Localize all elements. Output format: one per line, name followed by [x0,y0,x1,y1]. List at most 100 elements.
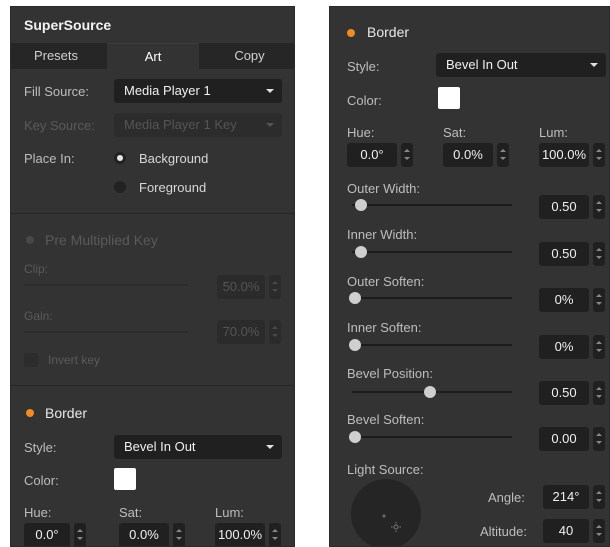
outer-soften-slider-handle[interactable] [349,292,361,304]
border-title: Border [367,24,410,40]
tab-art[interactable]: Art [107,43,199,70]
lum-stepper[interactable] [593,143,605,167]
border-color-swatch[interactable] [438,87,460,109]
bevel-soften-stepper[interactable] [593,427,605,451]
clip-stepper [269,275,281,299]
key-source-label: Key Source: [24,118,95,133]
bevel-soften-slider-handle[interactable] [349,431,361,443]
clip-label: Clip: [24,262,49,276]
altitude-stepper[interactable] [593,519,605,543]
panel-title: SuperSource [24,17,112,33]
sat-value[interactable]: 0.0% [443,143,493,167]
supersource-panel: SuperSource Presets Art Copy Fill Source… [10,6,295,547]
color-label: Color: [24,473,59,488]
color-label: Color: [347,93,382,108]
outer-width-stepper[interactable] [593,195,605,219]
style-value: Bevel In Out [446,57,518,72]
fill-source-dropdown[interactable]: Media Player 1 [114,79,282,103]
inner-width-slider-handle[interactable] [355,246,367,258]
light-source-wheel[interactable] [351,479,421,546]
lum-value[interactable]: 100.0% [539,143,589,167]
angle-label: Angle: [488,490,525,505]
border-color-swatch[interactable] [114,468,136,490]
clip-value: 50.0% [217,275,265,299]
lum-stepper[interactable] [269,523,281,546]
inner-soften-slider-handle[interactable] [349,339,361,351]
inner-width-stepper[interactable] [593,242,605,266]
style-label: Style: [347,59,380,74]
inner-width-value[interactable]: 0.50 [539,242,589,266]
sat-stepper[interactable] [497,143,509,167]
divider [11,385,294,386]
style-dropdown[interactable]: Bevel In Out [436,53,606,77]
bevel-position-label: Bevel Position: [347,366,433,381]
light-source-label: Light Source: [347,462,424,477]
outer-soften-value[interactable]: 0% [539,288,589,312]
hue-label: Hue: [24,505,52,520]
inner-width-slider-track[interactable] [352,251,512,253]
altitude-value[interactable]: 40 [543,519,589,543]
divider [11,213,294,214]
chevron-down-icon [266,123,274,127]
tab-bar: Presets Art Copy [11,43,294,70]
tab-presets[interactable]: Presets [11,43,101,69]
bevel-soften-value[interactable]: 0.00 [539,427,589,451]
hue-value[interactable]: 0.0° [347,143,397,167]
outer-soften-label: Outer Soften: [347,274,425,289]
style-dropdown[interactable]: Bevel In Out [114,435,282,459]
hue-stepper[interactable] [74,523,86,546]
border-enabled-indicator[interactable] [347,29,355,37]
inner-width-label: Inner Width: [347,227,418,242]
fill-source-value: Media Player 1 [124,83,211,98]
outer-soften-stepper[interactable] [593,288,605,312]
invert-key-checkbox [24,353,38,367]
pre-multiplied-key-indicator [26,236,34,244]
outer-width-slider-handle[interactable] [355,199,367,211]
inner-soften-stepper[interactable] [593,335,605,359]
outer-width-value[interactable]: 0.50 [539,195,589,219]
lum-value[interactable]: 100.0% [215,523,265,546]
fill-source-label: Fill Source: [24,84,90,99]
outer-soften-slider-track[interactable] [352,297,512,299]
hue-value[interactable]: 0.0° [24,523,70,546]
inner-soften-value[interactable]: 0% [539,335,589,359]
lum-label: Lum: [215,505,244,520]
border-settings-panel: Border Style: Bevel In Out Color: Hue: 0… [329,6,610,547]
sat-value[interactable]: 0.0% [119,523,169,546]
border-title: Border [45,405,88,421]
chevron-down-icon [266,89,274,93]
key-source-dropdown: Media Player 1 Key [114,113,282,137]
outer-width-label: Outer Width: [347,181,420,196]
gain-stepper [269,320,281,344]
sat-stepper[interactable] [173,523,185,546]
lum-label: Lum: [539,125,568,140]
altitude-label: Altitude: [480,524,527,539]
hue-label: Hue: [347,125,375,140]
angle-stepper[interactable] [593,485,605,509]
inner-soften-label: Inner Soften: [347,320,422,335]
style-label: Style: [24,440,57,455]
tab-copy[interactable]: Copy [203,43,294,69]
hue-stepper[interactable] [401,143,413,167]
angle-value[interactable]: 214° [543,485,589,509]
gain-slider-track [24,331,188,333]
key-source-value: Media Player 1 Key [124,117,237,132]
border-enabled-indicator[interactable] [26,409,34,417]
outer-width-slider-track[interactable] [352,204,512,206]
place-in-label: Place In: [24,151,75,166]
bevel-position-slider-handle[interactable] [424,386,436,398]
clip-slider-track [24,284,188,286]
light-source-icon [382,514,401,532]
bevel-soften-slider-track[interactable] [352,436,512,438]
gain-value: 70.0% [217,320,265,344]
background-option-label: Background [139,151,209,166]
pre-multiplied-key-title: Pre Multiplied Key [45,232,158,248]
bevel-position-value[interactable]: 0.50 [539,381,589,405]
bevel-position-stepper[interactable] [593,381,605,405]
chevron-down-icon [590,63,598,67]
inner-soften-slider-track[interactable] [352,344,512,346]
foreground-radio[interactable] [114,181,126,193]
background-radio[interactable] [114,152,126,164]
style-value: Bevel In Out [124,439,196,454]
chevron-down-icon [266,445,274,449]
